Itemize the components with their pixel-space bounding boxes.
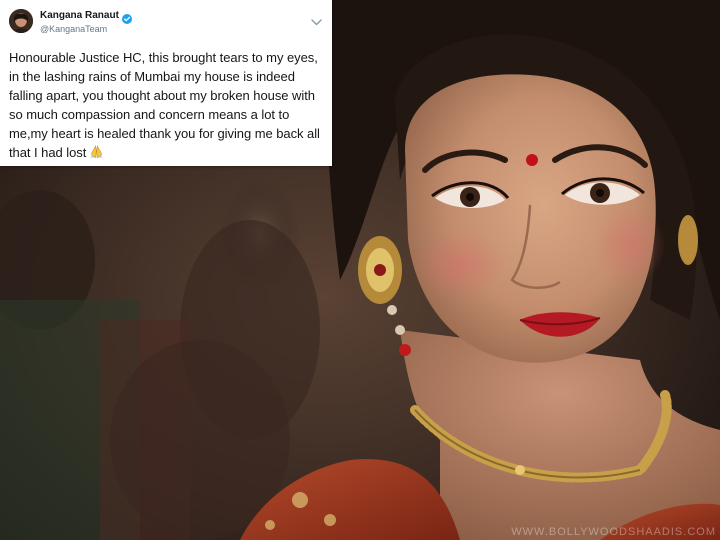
tweet-header: Kangana Ranaut @KanganaTeam	[8, 7, 324, 41]
name-row: Kangana Ranaut	[40, 10, 132, 24]
tweet-body: Honourable Justice HC, this brought tear…	[9, 50, 320, 160]
folded-hands-icon	[89, 144, 104, 158]
tweet-card: Kangana Ranaut @KanganaTeam Honourable J…	[0, 0, 332, 166]
user-handle[interactable]: @KanganaTeam	[40, 23, 132, 35]
verified-badge-icon	[121, 11, 132, 24]
chevron-down-icon[interactable]	[311, 13, 322, 26]
display-name[interactable]: Kangana Ranaut	[40, 10, 119, 22]
watermark: WWW.BOLLYWOODSHAADIS.COM	[511, 526, 716, 538]
author-info: Kangana Ranaut @KanganaTeam	[40, 10, 132, 35]
avatar[interactable]	[9, 9, 33, 33]
tweet-text: Honourable Justice HC, this brought tear…	[8, 48, 329, 162]
